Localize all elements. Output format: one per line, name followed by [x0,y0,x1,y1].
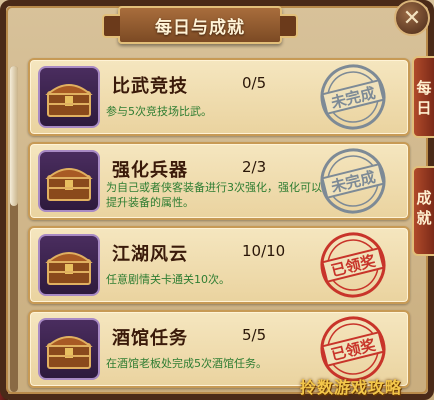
close-button[interactable]: ✕ [394,0,430,36]
task-name: 江湖风云 [112,244,188,265]
close-icon: ✕ [402,5,422,31]
task-progress: 2/3 [242,158,267,176]
task-progress: 5/5 [242,326,267,344]
task-description: 为自己或者侠客装备进行3次强化，强化可以提升装备的属性。 [106,181,322,209]
treasure-chest-icon [38,318,100,380]
window-title: 每日与成就 [155,17,245,38]
scrollbar-thumb[interactable] [10,66,18,206]
task-name: 强化兵器 [112,160,188,181]
task-description: 任意剧情关卡通关10次。 [106,273,230,286]
watermark-text: 拎数游戏攻略 [300,378,403,397]
task-card[interactable]: 比武竞技 0/5 参与5次竞技场比武。 未完成 [28,58,410,136]
treasure-chest-icon [38,234,100,296]
task-progress: 0/5 [242,74,267,92]
treasure-chest-icon [38,66,100,128]
left-edge-decoration [0,40,8,400]
task-card[interactable]: 江湖风云 10/10 任意剧情关卡通关10次。 已领奖 [28,226,410,304]
tab-achievements-label: 成就 [416,189,432,227]
task-progress: 10/10 [242,242,286,260]
tab-daily[interactable]: 每日 [412,56,434,138]
tab-daily-label: 每日 [416,79,432,117]
claimed-stamp-icon: 已领奖 [311,223,396,308]
scrollbar[interactable] [10,66,18,392]
incomplete-stamp-icon: 未完成 [311,55,396,140]
tab-achievements[interactable]: 成就 [412,166,434,256]
treasure-chest-icon [38,150,100,212]
incomplete-stamp-icon: 未完成 [311,139,396,224]
task-card[interactable]: 强化兵器 2/3 为自己或者侠客装备进行3次强化，强化可以提升装备的属性。 未完… [28,142,410,220]
task-description: 参与5次竞技场比武。 [106,105,212,118]
task-name: 酒馆任务 [112,328,188,349]
task-name: 比武竞技 [112,76,188,97]
title-banner: 每日与成就 [102,6,298,44]
task-description: 在酒馆老板处完成5次酒馆任务。 [106,357,267,370]
